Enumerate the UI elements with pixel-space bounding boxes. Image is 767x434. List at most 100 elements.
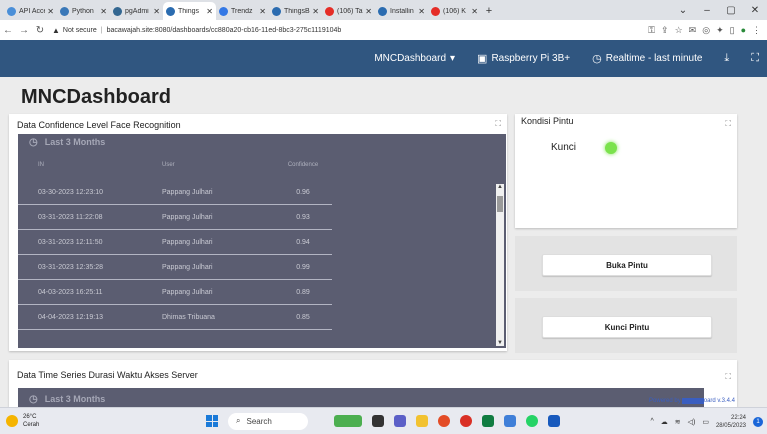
lamp-label: Kunci (551, 142, 577, 153)
chat-icon[interactable] (394, 415, 406, 427)
dashboard-selector[interactable]: MNCDashboard ▾ (374, 53, 455, 64)
tab-label: Python (72, 7, 94, 15)
wifi-icon[interactable]: ≋ (675, 418, 681, 426)
chevron-up-icon[interactable]: ^ (650, 418, 653, 425)
fullscreen-button[interactable]: ⛶ (751, 52, 759, 65)
column-header-confidence[interactable]: Confidence (274, 162, 332, 168)
cloud-icon[interactable]: ☁ (661, 418, 668, 426)
device-icon: ▣ (477, 53, 488, 65)
tab-label: (106) K (443, 7, 466, 15)
cell-user: Dhimas Tribuana (162, 313, 215, 321)
device-selector[interactable]: ▣ Raspberry Pi 3B+ (477, 52, 570, 65)
widget-title: Kondisi Pintu (521, 116, 574, 126)
bookmark-star-icon[interactable]: ☆ (675, 25, 683, 36)
close-tab-icon[interactable]: ✕ (47, 7, 54, 16)
table-row[interactable]: 04-04-2023 12:19:13 Dhimas Tribuana 0.85 (18, 305, 332, 330)
table-scrollbar[interactable]: ▲ ▼ (496, 184, 504, 346)
thingsboard-icon (378, 6, 387, 16)
column-header-user[interactable]: User (162, 162, 274, 168)
minimize-icon[interactable]: – (695, 5, 719, 16)
new-tab-button[interactable]: + (481, 2, 497, 20)
puzzle-icon[interactable]: ✦ (716, 25, 724, 36)
clock[interactable]: 22:24 28/05/2023 (716, 414, 746, 430)
timewindow-selector[interactable]: ◷ Realtime - last minute (592, 52, 702, 65)
forward-icon[interactable]: → (16, 25, 32, 36)
close-tab-icon[interactable]: ✕ (418, 7, 425, 16)
browser-tab[interactable]: Things ✕ (163, 2, 216, 20)
export-button[interactable]: ⤓ (724, 52, 729, 65)
word-icon[interactable] (548, 415, 560, 427)
cell-confidence: 0.93 (296, 213, 310, 221)
youtube-icon (431, 6, 440, 16)
browser-tab[interactable]: Trendz ✕ (216, 2, 269, 20)
battery-icon[interactable]: ▭ (702, 418, 709, 426)
notification-badge[interactable]: 1 (753, 416, 763, 427)
close-window-icon[interactable]: ✕ (743, 5, 767, 16)
lock-door-button[interactable]: Kunci Pintu (542, 316, 712, 338)
maximize-icon[interactable]: ▢ (719, 5, 743, 16)
expand-icon[interactable]: ⛶ (725, 119, 731, 129)
key-icon[interactable]: ⚿ (648, 25, 655, 36)
tab-label: ThingsB (284, 7, 310, 15)
windows-start-icon[interactable] (206, 415, 218, 427)
cell-user: Pappang Julhari (162, 213, 213, 221)
profile-avatar[interactable]: ● (741, 25, 746, 35)
period-label: Last 3 Months (44, 394, 106, 404)
back-icon[interactable]: ← (0, 25, 16, 36)
volume-icon[interactable]: ◁) (688, 418, 696, 426)
expand-icon[interactable]: ⛶ (495, 119, 501, 129)
landscape-widget-icon[interactable] (334, 415, 362, 427)
browser-tab[interactable]: (106) Tal ✕ (322, 2, 375, 20)
table-row[interactable]: 03-31-2023 12:11:50 Pappang Julhari 0.94 (18, 230, 332, 255)
browser-tab[interactable]: API Acce ✕ (4, 2, 57, 20)
share-icon[interactable]: ⇪ (661, 25, 669, 36)
cell-confidence: 0.89 (296, 288, 310, 296)
url-field[interactable]: ▲ Not secure | bacawajah.site:8080/dashb… (52, 26, 648, 35)
scroll-down-icon[interactable]: ▼ (496, 340, 504, 346)
close-tab-icon[interactable]: ✕ (259, 7, 266, 16)
reload-icon[interactable]: ↻ (32, 25, 48, 36)
close-tab-icon[interactable]: ✕ (471, 7, 478, 16)
menu-kebab-icon[interactable]: ⋮ (752, 25, 761, 36)
file-explorer-icon[interactable] (416, 415, 428, 427)
sidepanel-icon[interactable]: ▯ (730, 25, 735, 36)
tab-label: (106) Tal (337, 7, 364, 15)
cell-in: 04-03-2023 16:25:11 (38, 288, 103, 296)
cell-in: 04-04-2023 12:19:13 (38, 313, 103, 321)
open-door-button[interactable]: Buka Pintu (542, 254, 712, 276)
youtube-icon (325, 6, 334, 16)
browser-tab[interactable]: pgAdmi ✕ (110, 2, 163, 20)
browser-tab[interactable]: ThingsB ✕ (269, 2, 322, 20)
close-tab-icon[interactable]: ✕ (100, 7, 107, 16)
close-tab-icon[interactable]: ✕ (206, 7, 213, 16)
browser-tab[interactable]: Python ✕ (57, 2, 110, 20)
close-tab-icon[interactable]: ✕ (365, 7, 372, 16)
fullscreen-exit-icon: ⛶ (751, 52, 759, 64)
whatsapp-icon[interactable] (526, 415, 538, 427)
table-row[interactable]: 03-30-2023 12:23:10 Pappang Julhari 0.96 (18, 180, 332, 205)
cell-confidence: 0.96 (296, 188, 310, 196)
excel-icon[interactable] (482, 415, 494, 427)
table-row[interactable]: 04-03-2023 16:25:11 Pappang Julhari 0.89 (18, 280, 332, 305)
table-row[interactable]: 03-31-2023 11:22:08 Pappang Julhari 0.93 (18, 205, 332, 230)
close-tab-icon[interactable]: ✕ (153, 7, 160, 16)
browser-tab[interactable]: (106) K ✕ (428, 2, 481, 20)
weather-widget[interactable]: 26°C Cerah (6, 413, 126, 429)
mail-extension-icon[interactable]: ✉ (689, 25, 697, 36)
powered-by-link[interactable]: Powered by _ oard v.3.4.4 (649, 398, 735, 404)
scroll-up-icon[interactable]: ▲ (496, 184, 504, 190)
browser-tab[interactable]: Installin ✕ (375, 2, 428, 20)
table-row[interactable]: 03-31-2023 12:35:28 Pappang Julhari 0.99 (18, 255, 332, 280)
close-tab-icon[interactable]: ✕ (312, 7, 319, 16)
scrollbar-thumb[interactable] (497, 196, 503, 212)
opera-icon[interactable] (460, 415, 472, 427)
column-header-in[interactable]: IN (38, 162, 162, 168)
taskbar-search[interactable]: ⌕ Search (228, 412, 308, 430)
tab-search-icon[interactable]: ⌄ (671, 5, 695, 16)
notepad-icon[interactable] (504, 415, 516, 427)
trendz-icon (219, 6, 228, 16)
task-view-icon[interactable] (372, 415, 384, 427)
extension-icon[interactable]: ◎ (702, 25, 710, 36)
expand-icon[interactable]: ⛶ (725, 372, 731, 382)
chrome-icon[interactable] (438, 415, 450, 427)
